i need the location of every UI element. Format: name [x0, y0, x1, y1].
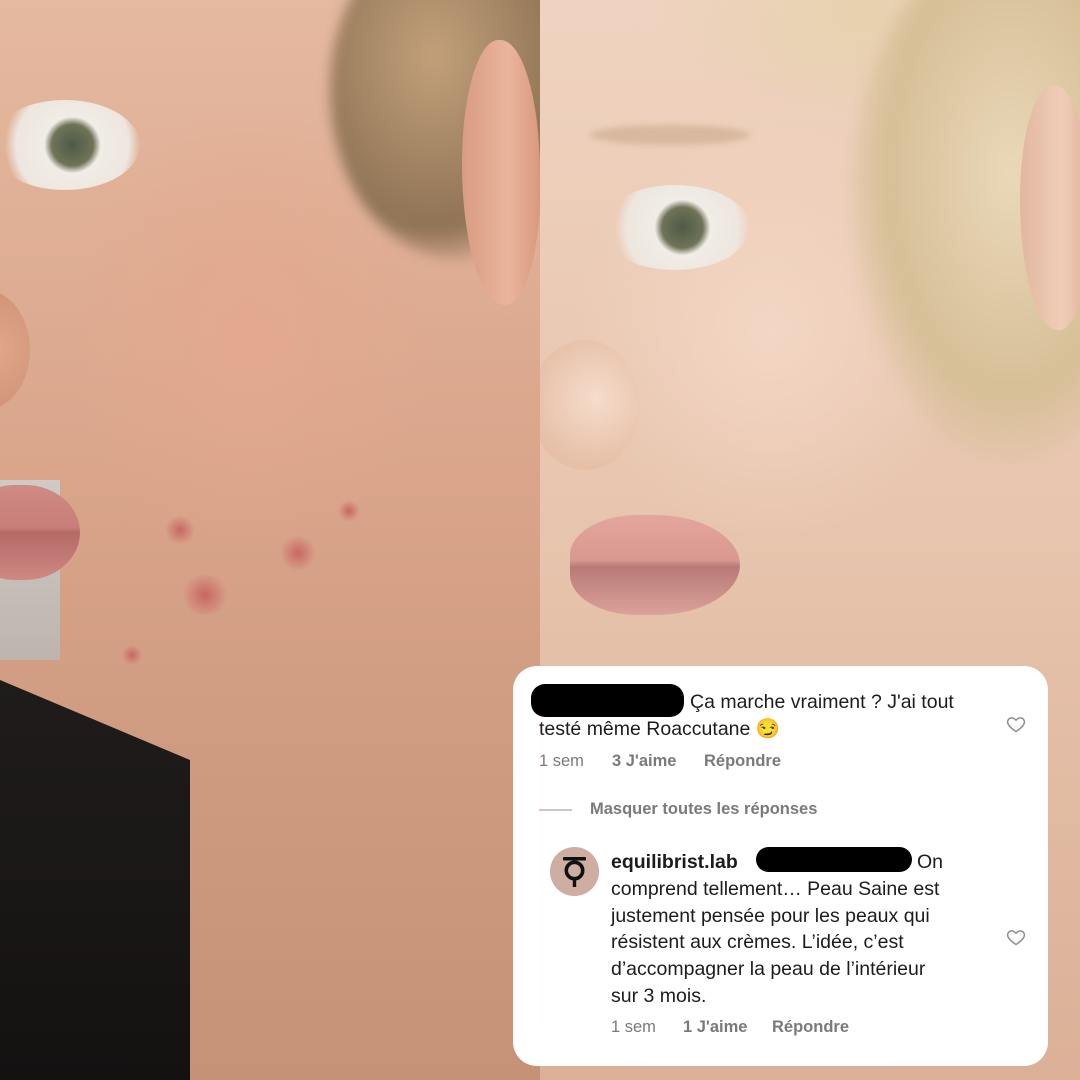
blemish — [180, 575, 230, 615]
reply-text-first: On — [917, 851, 944, 873]
likes-count[interactable]: 1 J'aime — [683, 1018, 747, 1036]
reply-text-line: résistent aux crèmes. L’idée, c’est — [611, 931, 904, 953]
comment-text-line2: testé même Roaccutane 😏 — [539, 718, 781, 740]
reply-label[interactable]: Répondre — [704, 752, 781, 770]
reply-text-line: d’accompagner la peau de l’intérieur — [611, 958, 926, 980]
redacted-mention — [756, 847, 912, 872]
reply-text-line: sur 3 mois. — [611, 985, 707, 1007]
reply-button[interactable]: Répondre — [704, 752, 781, 771]
blemish — [122, 645, 142, 665]
black-sweater — [0, 680, 190, 1080]
lips — [0, 485, 80, 580]
reply-likes[interactable]: 1 J'aime — [683, 1018, 747, 1037]
comment-time: 1 sem — [539, 752, 584, 770]
nose — [540, 340, 640, 470]
ear — [462, 40, 540, 305]
heart-icon[interactable] — [1006, 927, 1026, 947]
replies-divider — [539, 809, 572, 811]
avatar[interactable] — [550, 847, 599, 896]
redacted-username — [531, 684, 684, 717]
blemish — [280, 535, 316, 571]
brand-logo-icon — [550, 847, 599, 896]
likes-count[interactable]: 3 J'aime — [612, 752, 676, 770]
nose — [0, 290, 30, 410]
lips — [570, 515, 740, 615]
blemish — [338, 500, 360, 522]
heart-icon[interactable] — [1006, 714, 1026, 734]
reply-text-line: comprend tellement… Peau Saine est — [611, 878, 940, 900]
comment-text-line1: Ça marche vraiment ? J'ai tout — [690, 691, 954, 713]
reply-label[interactable]: Répondre — [772, 1018, 849, 1036]
blemish — [165, 515, 195, 545]
reply-username-text[interactable]: equilibrist.lab — [611, 851, 738, 873]
eye — [0, 100, 140, 190]
reply-text-line: justement pensée pour les peaux qui — [611, 905, 930, 927]
reply-username[interactable]: equilibrist.lab — [611, 849, 738, 876]
reply-time: 1 sem — [611, 1018, 656, 1036]
before-photo — [0, 0, 540, 1080]
comment-likes[interactable]: 3 J'aime — [612, 752, 676, 771]
eyebrow — [590, 125, 750, 145]
reply-button[interactable]: Répondre — [772, 1018, 849, 1037]
eye — [600, 185, 750, 270]
hide-replies-button[interactable]: Masquer toutes les réponses — [590, 800, 817, 819]
